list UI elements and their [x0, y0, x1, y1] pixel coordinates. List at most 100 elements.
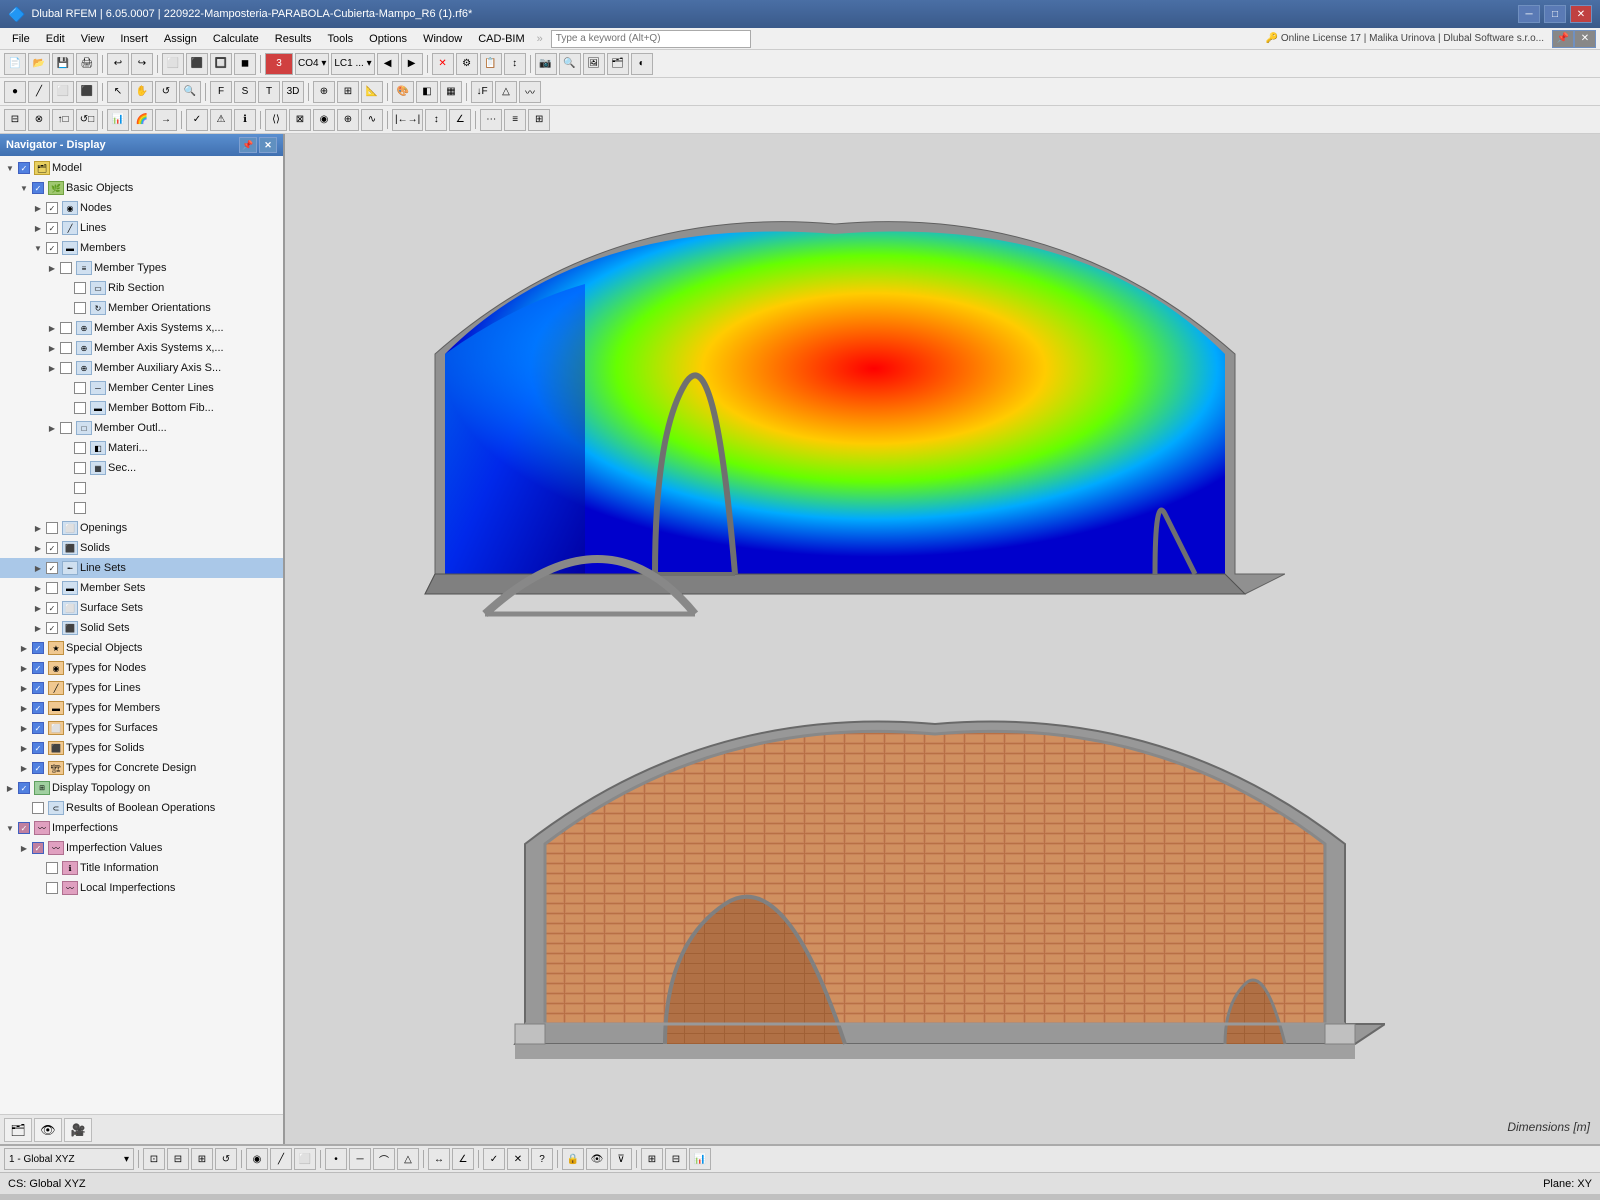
node-btn[interactable]: ● [4, 81, 26, 103]
tree-item-model[interactable]: ▼ 🗂 Model [0, 158, 283, 178]
rubber-btn[interactable]: ↔ [428, 1148, 450, 1170]
result-select[interactable]: 3 [265, 53, 293, 75]
misc1-btn[interactable]: ⟨⟩ [265, 109, 287, 131]
expand-types-concrete[interactable]: ▶ [18, 764, 30, 773]
settings-btn[interactable]: ⚙ [456, 53, 478, 75]
nav-camera-btn[interactable]: 🎥 [64, 1118, 92, 1142]
draw-point-btn[interactable]: • [325, 1148, 347, 1170]
tree-item-member-orient[interactable]: ↻ Member Orientations [0, 298, 283, 318]
lock-btn[interactable]: 🔒 [562, 1148, 584, 1170]
wire-btn[interactable]: 🗂 [607, 53, 629, 75]
warning-btn[interactable]: ⚠ [210, 109, 232, 131]
menu-insert[interactable]: Insert [112, 31, 156, 47]
rotate-btn[interactable]: ↺ [155, 81, 177, 103]
expand-ssets[interactable]: ▶ [32, 604, 44, 613]
expand-member-types[interactable]: ▶ [46, 264, 58, 273]
copy-btn[interactable]: 📋 [480, 53, 502, 75]
expand-outline[interactable]: ▶ [46, 424, 58, 433]
expand-solidsets[interactable]: ▶ [32, 624, 44, 633]
cb-special[interactable] [32, 642, 44, 654]
minimize-button[interactable]: ─ [1518, 5, 1540, 23]
coord-system-select[interactable]: 1 - Global XYZ ▾ [4, 1148, 134, 1170]
cb-member-orient[interactable] [74, 302, 86, 314]
view-btn3[interactable]: 🔲 [210, 53, 232, 75]
dim1-btn[interactable]: |←→| [392, 109, 423, 131]
tree-item-aux-axis[interactable]: ▶ ⊕ Member Auxiliary Axis S... [0, 358, 283, 378]
menu-cadbim[interactable]: CAD-BIM [470, 31, 532, 47]
next-result[interactable]: ▶ [401, 53, 423, 75]
expand-types-nodes[interactable]: ▶ [18, 664, 30, 673]
tree-item-types-concrete[interactable]: ▶ 🏗 Types for Concrete Design [0, 758, 283, 778]
cb-types-nodes[interactable] [32, 662, 44, 674]
expand-basic[interactable]: ▼ [18, 184, 30, 193]
cb-types-lines[interactable] [32, 682, 44, 694]
view-btn1[interactable]: ⬜ [162, 53, 184, 75]
more2-btn[interactable]: ≡ [504, 109, 526, 131]
maximize-button[interactable]: □ [1544, 5, 1566, 23]
expand-lines[interactable]: ▶ [32, 224, 44, 233]
snap-node-btn[interactable]: ◉ [246, 1148, 268, 1170]
intersect-btn[interactable]: ⊗ [28, 109, 50, 131]
tree-item-display-topology[interactable]: ▶ ⊞ Display Topology on [0, 778, 283, 798]
cb-types-members[interactable] [32, 702, 44, 714]
cb-sections[interactable] [74, 462, 86, 474]
cb-solids[interactable] [46, 542, 58, 554]
camera-btn[interactable]: 📷 [535, 53, 557, 75]
cb-bool-results[interactable] [32, 802, 44, 814]
vector-btn[interactable]: → [155, 109, 177, 131]
draw-poly-btn[interactable]: △ [397, 1148, 419, 1170]
expand-solids[interactable]: ▶ [32, 544, 44, 553]
table-btn[interactable]: ⊟ [665, 1148, 687, 1170]
tree-item-nodes[interactable]: ▶ ◉ Nodes [0, 198, 283, 218]
menu-assign[interactable]: Assign [156, 31, 205, 47]
zoom2-btn[interactable]: 🔍 [179, 81, 201, 103]
contour-btn[interactable]: 🌈 [131, 109, 153, 131]
grid2-btn[interactable]: ⊞ [641, 1148, 663, 1170]
results-disp-btn[interactable]: 📊 [107, 109, 129, 131]
expand-types-lines[interactable]: ▶ [18, 684, 30, 693]
load-btn[interactable]: ↓F [471, 81, 493, 103]
info-btn[interactable]: ℹ [234, 109, 256, 131]
more1-btn[interactable]: ⋯ [480, 109, 502, 131]
expand-model[interactable]: ▼ [4, 164, 16, 173]
cb-types-surfaces[interactable] [32, 722, 44, 734]
tree-item-outline[interactable]: ▶ □ Member Outl... [0, 418, 283, 438]
menu-window[interactable]: Window [415, 31, 470, 47]
cb-member-types[interactable] [60, 262, 72, 274]
tree-item-bool-results[interactable]: ⊂ Results of Boolean Operations [0, 798, 283, 818]
dim2-btn[interactable]: ↕ [425, 109, 447, 131]
side-btn[interactable]: S [234, 81, 256, 103]
prev-result[interactable]: ◀ [377, 53, 399, 75]
cb-empty1[interactable] [74, 482, 86, 494]
material-btn[interactable]: ◧ [416, 81, 438, 103]
line-btn[interactable]: ╱ [28, 81, 50, 103]
tree-item-solid-sets[interactable]: ▶ ⬛ Solid Sets [0, 618, 283, 638]
expand-axis1[interactable]: ▶ [46, 324, 58, 333]
move-btn[interactable]: ↕ [504, 53, 526, 75]
snap-btn[interactable]: ⊕ [313, 81, 335, 103]
cb-aux-axis[interactable] [60, 362, 72, 374]
expand-nodes[interactable]: ▶ [32, 204, 44, 213]
cb-model[interactable] [18, 162, 30, 174]
cb-member-sets[interactable] [46, 582, 58, 594]
menu-calculate[interactable]: Calculate [205, 31, 267, 47]
expand-aux[interactable]: ▶ [46, 364, 58, 373]
cb-members[interactable] [46, 242, 58, 254]
tree-item-member-sets[interactable]: ▶ ▬ Member Sets [0, 578, 283, 598]
3d-btn[interactable]: 3D [282, 81, 304, 103]
expand-msets[interactable]: ▶ [32, 584, 44, 593]
cb-topology[interactable] [18, 782, 30, 794]
angle-btn[interactable]: ∠ [449, 109, 471, 131]
nav-eye-btn[interactable]: 👁 [34, 1118, 62, 1142]
view-select-btn[interactable]: ⊟ [167, 1148, 189, 1170]
cb-rib-section[interactable] [74, 282, 86, 294]
front-btn[interactable]: F [210, 81, 232, 103]
cb-local-imperf[interactable] [46, 882, 58, 894]
print-button[interactable]: 🖨 [76, 53, 98, 75]
viewport[interactable]: Dimensions [m] [285, 134, 1600, 1144]
solid-btn[interactable]: ⬛ [76, 81, 98, 103]
tree-item-member-types[interactable]: ▶ ≡ Member Types [0, 258, 283, 278]
expand-special[interactable]: ▶ [18, 644, 30, 653]
cb-imperf-values[interactable] [32, 842, 44, 854]
result-combo2[interactable]: LC1 ... ▾ [331, 53, 374, 75]
